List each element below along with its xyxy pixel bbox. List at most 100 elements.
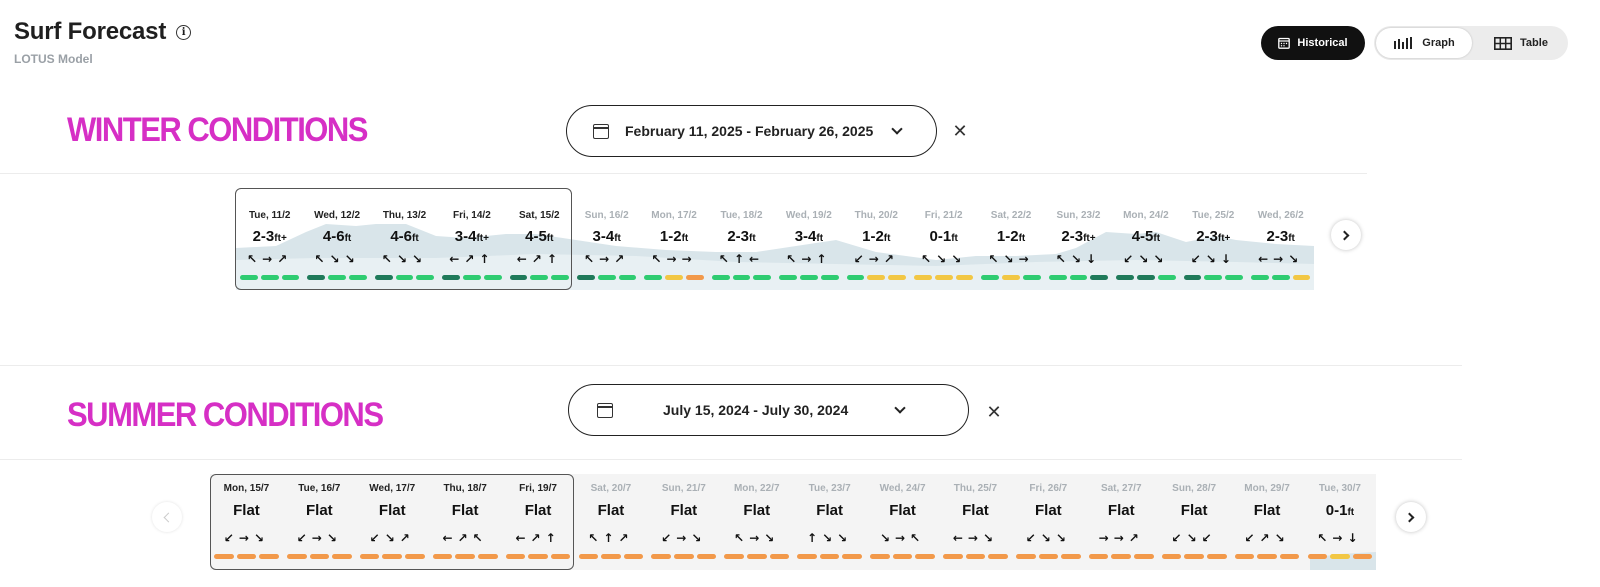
rating-bar — [797, 554, 817, 559]
forecast-day[interactable]: Sat, 20/7 Flat ↖↑↗ — [575, 474, 648, 570]
wind-direction-arrows: ↖→↓ — [1317, 531, 1363, 545]
wind-direction-arrows: ↙↘↘ — [1123, 252, 1169, 266]
wind-direction-arrows: ↖→→ — [651, 252, 697, 266]
wind-direction-arrows: ↖→↑ — [786, 252, 832, 266]
wave-height: Flat — [575, 502, 648, 519]
summer-date-picker[interactable]: July 15, 2024 - July 30, 2024 — [568, 384, 969, 436]
rating-bar — [685, 275, 704, 280]
forecast-day[interactable]: Wed, 19/2 3-4ft ↖→↑ — [775, 188, 842, 290]
forecast-day[interactable]: Sun, 21/7 Flat ↙→↘ — [647, 474, 720, 570]
rating-bar — [1069, 275, 1088, 280]
wave-height: Flat — [939, 502, 1012, 519]
wind-direction-arrows: ↖↑↗ — [588, 531, 634, 545]
wave-height-value: Flat — [962, 502, 989, 519]
rating-bar — [711, 275, 730, 280]
wave-height-unit: ft+ — [1083, 233, 1096, 244]
wave-height-value: Flat — [1107, 502, 1135, 519]
rating-bar — [1015, 554, 1036, 559]
forecast-day[interactable]: Mon, 29/7 Flat ↙↗↘ — [1231, 474, 1304, 570]
rating-bar — [981, 275, 1000, 280]
rating-bar — [870, 554, 890, 559]
calendar-icon — [593, 123, 609, 139]
rating-bar — [1184, 554, 1204, 559]
day-label: Mon, 24/2 — [1123, 210, 1169, 221]
rating-bars — [578, 554, 644, 559]
forecast-day[interactable]: Tue, 18/2 2-3ft ↖↑← — [708, 188, 775, 290]
rating-bars — [870, 554, 935, 559]
day-label: Thu, 20/2 — [854, 210, 898, 221]
rating-bar — [1048, 275, 1067, 280]
forecast-day[interactable]: Wed, 26/2 2-3ft ←→↘ — [1247, 188, 1314, 290]
forecast-day[interactable]: Thu, 20/2 1-2ft ↙→↗ — [843, 188, 910, 290]
rating-bar — [674, 554, 694, 559]
forecast-day[interactable]: Sat, 27/7 Flat →→↗ — [1085, 474, 1158, 570]
day-label: Tue, 25/2 — [1192, 210, 1235, 221]
forecast-day[interactable]: Sat, 22/2 1-2ft ↖↘→ — [977, 188, 1044, 290]
rating-bar — [1251, 275, 1269, 280]
chevron-down-icon — [891, 123, 903, 135]
day-label: Wed, 26/2 — [1257, 210, 1304, 221]
forecast-day[interactable]: Wed, 24/7 Flat ↘→↖ — [866, 474, 939, 570]
wave-height: 3-4ft — [573, 228, 640, 245]
wave-height-value: Flat — [889, 502, 916, 519]
wave-height: 1-2ft — [977, 228, 1044, 245]
wave-height-unit: ft — [1153, 233, 1161, 244]
rating-bar — [914, 275, 932, 280]
wind-direction-arrows: ↖↘→ — [988, 252, 1034, 266]
forecast-day[interactable]: Mon, 22/7 Flat ↖→↘ — [720, 474, 793, 570]
summer-title: SUMMER CONDITIONS — [67, 394, 384, 435]
forecast-day[interactable]: Thu, 25/7 Flat ←→↘ — [939, 474, 1012, 570]
wind-direction-arrows: ↘→↖ — [879, 531, 926, 545]
historical-button[interactable]: Historical — [1261, 26, 1365, 60]
summer-next-button[interactable] — [1396, 502, 1426, 532]
forecast-day[interactable]: Mon, 17/2 1-2ft ↖→→ — [640, 188, 707, 290]
wave-height: Flat — [1085, 502, 1158, 519]
wave-height: 2-3ft — [1247, 228, 1314, 245]
wave-height: Flat — [793, 502, 866, 519]
chevron-down-icon — [894, 402, 906, 414]
wave-height-value: 2-3 — [1196, 228, 1218, 245]
chevron-right-icon — [1404, 512, 1415, 522]
forecast-day[interactable]: Sun, 28/7 Flat ↙↘↙ — [1158, 474, 1231, 570]
table-icon — [1494, 36, 1513, 50]
rating-bar — [732, 275, 751, 280]
rating-bar — [1330, 554, 1350, 559]
forecast-day[interactable]: Sun, 16/2 3-4ft ↖→↗ — [573, 188, 640, 290]
forecast-day[interactable]: Fri, 21/2 0-1ft ↖↘↘ — [910, 188, 977, 290]
wind-direction-arrows: ↙→↗ — [853, 252, 899, 266]
wind-direction-arrows: ↙→↘ — [661, 531, 707, 545]
day-label: Sun, 23/2 — [1056, 210, 1101, 221]
forecast-day[interactable]: Tue, 23/7 Flat ↑↘↘ — [793, 474, 866, 570]
wind-direction-arrows: ←→↘ — [1258, 252, 1304, 266]
forecast-day[interactable]: Fri, 26/7 Flat ↙↘↘ — [1012, 474, 1085, 570]
wave-height-unit: ft — [1347, 507, 1355, 518]
winter-date-picker[interactable]: February 11, 2025 - February 26, 2025 — [566, 105, 937, 157]
info-icon[interactable]: i — [176, 24, 192, 40]
rating-bar — [842, 554, 863, 559]
rating-bars — [1234, 554, 1300, 559]
rating-bar — [1161, 554, 1182, 559]
forecast-day[interactable]: Mon, 24/2 4-5ft ↙↘↘ — [1112, 188, 1179, 290]
winter-next-button[interactable] — [1331, 220, 1361, 250]
rating-bar — [799, 275, 818, 280]
rating-bar — [1279, 554, 1300, 559]
wave-height-value: Flat — [597, 502, 625, 519]
graph-button[interactable]: Graph — [1376, 28, 1472, 58]
summer-prev-button[interactable] — [152, 502, 182, 532]
close-icon: ✕ — [986, 401, 1002, 422]
rating-bars — [779, 275, 839, 280]
chevron-left-icon — [163, 512, 174, 522]
summer-clear-button[interactable]: ✕ — [981, 399, 1007, 425]
winter-clear-button[interactable]: ✕ — [947, 118, 973, 144]
wave-height-value: 1-2 — [996, 228, 1019, 245]
rating-bar — [892, 554, 913, 559]
forecast-day[interactable]: Tue, 30/7 0-1ft ↖→↓ — [1304, 474, 1377, 570]
rating-bar — [1307, 554, 1328, 559]
wave-height-unit: ft — [749, 233, 756, 244]
rating-bars — [711, 275, 772, 280]
section-divider — [0, 365, 1462, 366]
forecast-day[interactable]: Tue, 25/2 2-3ft+ ↙↘↓ — [1180, 188, 1247, 290]
forecast-day[interactable]: Sun, 23/2 2-3ft+ ↖↘↓ — [1045, 188, 1112, 290]
table-button[interactable]: Table — [1478, 28, 1564, 58]
wind-direction-arrows: ↖↑← — [718, 252, 765, 266]
